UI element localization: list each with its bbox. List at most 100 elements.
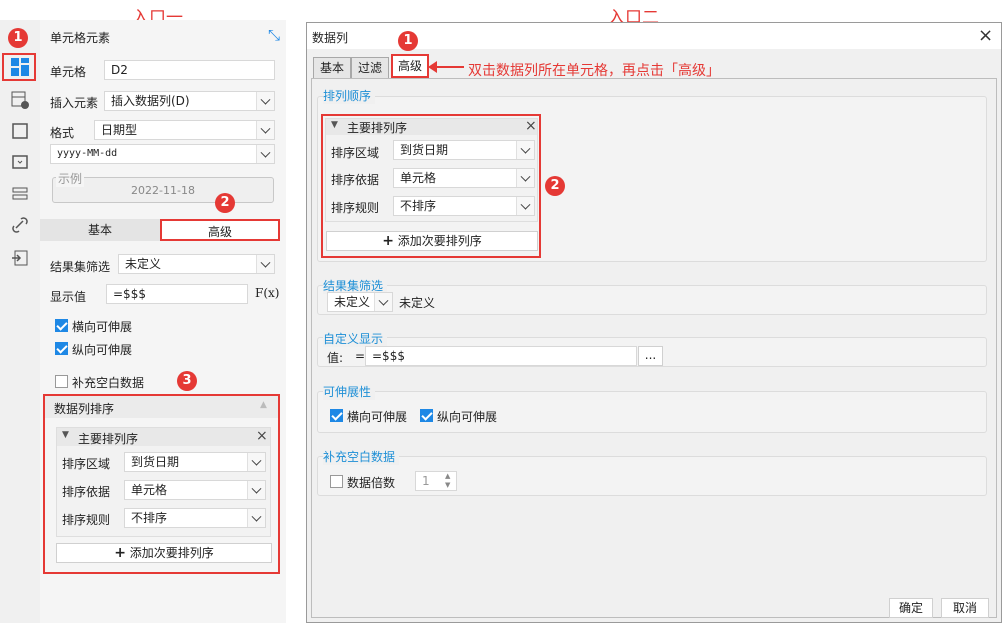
close-icon[interactable]: × <box>256 428 268 444</box>
horiz-expand-checkbox[interactable] <box>55 319 68 332</box>
filter-select[interactable]: 未定义 <box>327 292 393 312</box>
chevron-down-icon <box>247 509 265 527</box>
expand-icon[interactable]: ⤡ <box>268 26 280 44</box>
vert-expand-label: 纵向可伸展 <box>72 343 133 357</box>
tab-basic[interactable]: 基本 <box>313 57 351 79</box>
sort-by-value: 单元格 <box>131 483 168 497</box>
arrow-head-icon <box>428 61 437 73</box>
custom-display-title: 自定义显示 <box>323 330 388 347</box>
cell-input[interactable]: D2 <box>104 60 275 80</box>
example-value: 2022-11-18 <box>131 184 195 197</box>
tab-filter[interactable]: 过滤 <box>351 57 389 79</box>
import-icon[interactable] <box>10 248 30 268</box>
format-select-value: 日期型 <box>101 123 138 137</box>
pattern-select[interactable]: yyyy-MM-dd <box>50 144 275 164</box>
sort-area-value: 到货日期 <box>131 455 180 469</box>
collapse-triangle-icon[interactable]: ▼ <box>331 120 338 130</box>
widget-icon[interactable] <box>10 152 30 172</box>
fill-blank-title: 补充空白数据 <box>323 448 400 465</box>
sort-section-title: 数据列排序 <box>54 402 115 416</box>
cell-element-icon[interactable] <box>10 57 30 77</box>
tab-advanced[interactable]: 高级 <box>160 219 280 241</box>
pattern-select-value: yyyy-MM-dd <box>57 148 118 159</box>
filter-text: 未定义 <box>399 296 436 310</box>
insert-label: 插入元素 <box>50 96 99 110</box>
sort-by-value: 单元格 <box>400 171 437 185</box>
horiz-expand-checkbox[interactable] <box>330 409 343 422</box>
sort-rule-select[interactable]: 不排序 <box>393 196 535 216</box>
primary-sort-title: 主要排列序 <box>347 121 408 135</box>
sort-rule-value: 不排序 <box>131 511 168 525</box>
instruction-text: 双击数据列所在单元格，再点击「高级」 <box>468 63 720 79</box>
tab-advanced[interactable]: 高级 <box>391 54 429 78</box>
expand-group <box>317 391 987 433</box>
primary-sort-title: 主要排列序 <box>78 432 139 446</box>
chevron-down-icon <box>256 92 274 110</box>
cell-info-icon[interactable] <box>10 90 30 110</box>
format-label: 格式 <box>50 126 75 140</box>
sort-area-label: 排序区域 <box>62 457 111 471</box>
condition-icon[interactable] <box>10 184 30 204</box>
sort-area-value: 到货日期 <box>400 143 449 157</box>
plus-icon: + <box>114 545 126 561</box>
value-input[interactable]: =$$$ <box>365 346 637 366</box>
badge-2: 2 <box>545 176 565 196</box>
chevron-down-icon <box>516 197 534 215</box>
close-icon[interactable]: × <box>525 118 537 134</box>
chevron-down-icon <box>247 453 265 471</box>
filter-select[interactable]: 未定义 <box>118 254 275 274</box>
format-select[interactable]: 日期型 <box>94 120 275 140</box>
sort-rule-label: 排序规则 <box>62 513 111 527</box>
ellipsis-button[interactable]: ... <box>638 346 663 366</box>
insert-select[interactable]: 插入数据列(D) <box>104 91 275 111</box>
stepper-arrows-icon[interactable]: ▲ ▼ <box>445 472 450 490</box>
sort-rule-label: 排序规则 <box>331 201 380 215</box>
tab-basic[interactable]: 基本 <box>40 219 160 241</box>
multiple-stepper[interactable]: 1 <box>415 471 457 491</box>
fill-blank-label: 补充空白数据 <box>72 376 145 390</box>
value-label: 值: <box>327 351 344 365</box>
sort-area-select[interactable]: 到货日期 <box>393 140 535 160</box>
sort-by-select[interactable]: 单元格 <box>393 168 535 188</box>
sort-by-select[interactable]: 单元格 <box>124 480 266 500</box>
display-input[interactable]: =$$$ <box>106 284 248 304</box>
collapse-icon[interactable]: ▲ <box>260 400 267 410</box>
fill-blank-checkbox[interactable] <box>55 375 68 388</box>
vert-expand-checkbox[interactable] <box>420 409 433 422</box>
left-toolbar <box>0 20 40 623</box>
cancel-button[interactable]: 取消 <box>941 598 989 618</box>
cell-element-panel: 单元格元素 ⤡ 单元格 D2 插入元素 插入数据列(D) 格式 日期型 yyyy… <box>40 20 286 623</box>
filter-label: 结果集筛选 <box>50 260 111 274</box>
panel-title: 单元格元素 <box>50 31 111 45</box>
chevron-down-icon <box>516 141 534 159</box>
ok-button[interactable]: 确定 <box>889 598 933 618</box>
sort-rule-value: 不排序 <box>400 199 437 213</box>
sort-by-label: 排序依据 <box>62 485 111 499</box>
fx-icon[interactable]: F(x) <box>255 286 279 300</box>
link-icon[interactable] <box>10 215 30 235</box>
border-icon[interactable] <box>10 121 30 141</box>
filter-select-value: 未定义 <box>334 295 371 309</box>
cell-label: 单元格 <box>50 65 87 79</box>
close-icon[interactable]: × <box>978 25 993 46</box>
collapse-triangle-icon[interactable]: ▼ <box>62 430 69 440</box>
vert-expand-checkbox[interactable] <box>55 342 68 355</box>
chevron-down-icon <box>516 169 534 187</box>
insert-select-value: 插入数据列(D) <box>111 94 190 108</box>
multiple-checkbox[interactable] <box>330 475 343 488</box>
chevron-down-icon <box>256 255 274 273</box>
filter-select-value: 未定义 <box>125 257 162 271</box>
sort-rule-select[interactable]: 不排序 <box>124 508 266 528</box>
badge-1: 1 <box>8 28 28 48</box>
add-secondary-label: 添加次要排列序 <box>129 546 214 560</box>
badge-3: 3 <box>177 371 197 391</box>
display-label: 显示值 <box>50 290 87 304</box>
value-eq: = <box>355 349 366 363</box>
chevron-down-icon <box>256 145 274 163</box>
add-secondary-sort-button[interactable]: + 添加次要排列序 <box>56 543 272 563</box>
horiz-expand-label: 横向可伸展 <box>72 320 133 334</box>
add-secondary-sort-button[interactable]: + 添加次要排列序 <box>326 231 538 251</box>
sort-area-select[interactable]: 到货日期 <box>124 452 266 472</box>
badge-2: 2 <box>215 193 235 213</box>
badge-1: 1 <box>398 31 418 51</box>
